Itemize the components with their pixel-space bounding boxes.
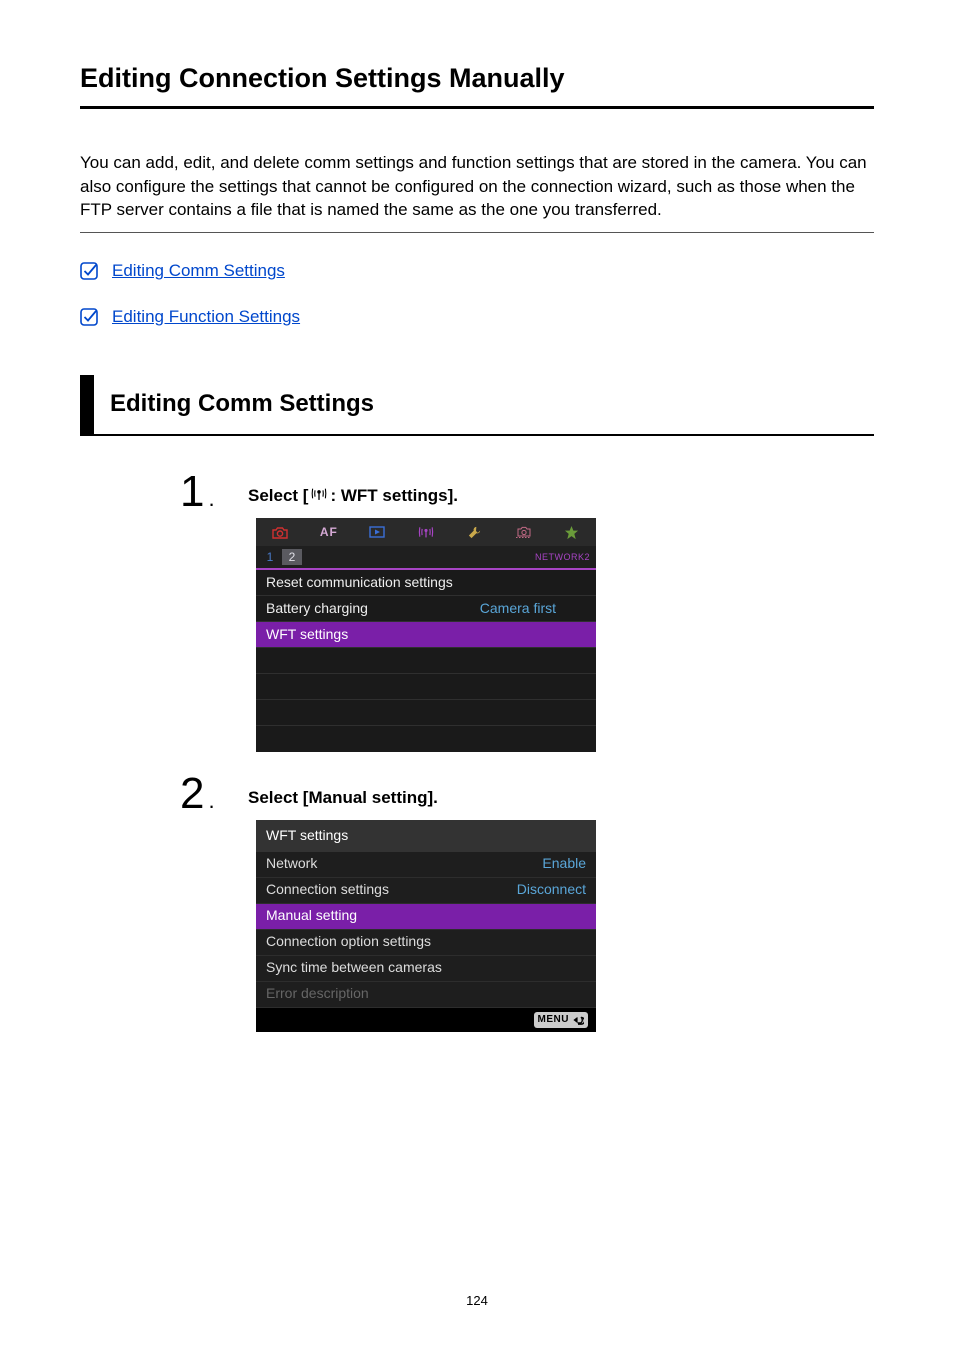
camera-menu-screenshot-1: AF [256, 518, 596, 752]
section-header: Editing Comm Settings [80, 375, 874, 437]
step-number-dot: . [208, 790, 214, 812]
step-1-prefix: Select [ [248, 484, 308, 508]
intro-paragraph: You can add, edit, and delete comm setti… [80, 151, 874, 222]
menu2-row-connection-option: Connection option settings [256, 930, 596, 956]
menu2-row-error-description: Error description [256, 982, 596, 1008]
step-number: 1. [180, 470, 224, 514]
step-2: 2. Select [Manual setting]. WFT settings… [180, 772, 874, 1031]
step-number-dot: . [208, 488, 214, 510]
step-body: Select [ : WFT settings]. [248, 470, 874, 762]
antenna-icon [311, 486, 327, 507]
section-title: Editing Comm Settings [110, 375, 374, 435]
tab-wrench-icon [450, 518, 499, 546]
link-row-func: Editing Function Settings [80, 305, 874, 329]
menu2-footer: MENU [256, 1008, 596, 1032]
link-row-comm: Editing Comm Settings [80, 259, 874, 283]
return-icon [572, 1015, 584, 1025]
menu-back-button: MENU [534, 1012, 588, 1028]
editing-function-settings-link[interactable]: Editing Function Settings [112, 305, 300, 329]
page-title: Editing Connection Settings Manually [80, 60, 874, 109]
menu2-row-sync-time: Sync time between cameras [256, 956, 596, 982]
menu-row-reset-comm: Reset communication settings [256, 570, 596, 596]
menu-blank-row [256, 700, 596, 726]
menu-blank-row [256, 648, 596, 674]
tab-af: AF [305, 518, 354, 546]
network-label: Network [266, 854, 317, 874]
divider [80, 232, 874, 233]
step-1-title: Select [ : WFT settings]. [248, 484, 874, 508]
step-number-digit: 1 [180, 470, 204, 514]
tab-wireless-icon [402, 518, 451, 546]
tab-star-icon [547, 518, 596, 546]
menu-row-battery-charging: Battery charging Camera first [256, 596, 596, 622]
camera-menu-screenshot-2: WFT settings Network Enable Connection s… [256, 820, 596, 1032]
menu-row-wft-settings: WFT settings [256, 622, 596, 648]
menu2-row-connection-settings: Connection settings Disconnect [256, 878, 596, 904]
editing-comm-settings-link[interactable]: Editing Comm Settings [112, 259, 285, 283]
connection-settings-label: Connection settings [266, 880, 389, 900]
step-number-digit: 2 [180, 772, 204, 816]
steps-list: 1. Select [ : WFT settings]. [180, 470, 874, 1031]
page-number: 124 [80, 1292, 874, 1310]
step-number: 2. [180, 772, 224, 816]
menu-sub-tabs: 1 2 NETWORK2 [256, 546, 596, 568]
menu-btn-label: MENU [538, 1013, 569, 1027]
menu-top-tabs: AF [256, 518, 596, 546]
step-1: 1. Select [ : WFT settings]. [180, 470, 874, 762]
subtab-2: 2 [282, 549, 302, 565]
section-accent-bar [80, 375, 94, 435]
step-1-suffix: : WFT settings]. [330, 484, 457, 508]
tab-playback-icon [353, 518, 402, 546]
step-2-title: Select [Manual setting]. [248, 786, 874, 810]
subtab-1: 1 [260, 549, 280, 565]
step-body: Select [Manual setting]. WFT settings Ne… [248, 772, 874, 1031]
menu2-header: WFT settings [256, 820, 596, 852]
tab-custom-icon [499, 518, 548, 546]
battery-charging-value: Camera first [480, 599, 586, 619]
network-value: Enable [530, 854, 586, 874]
menu-blank-row [256, 726, 596, 752]
menu-blank-row [256, 674, 596, 700]
link-bullet-icon [80, 308, 98, 326]
connection-settings-value: Disconnect [505, 880, 586, 900]
subtab-network-label: NETWORK2 [535, 551, 590, 564]
menu2-row-network: Network Enable [256, 852, 596, 878]
tab-camera-icon [256, 518, 305, 546]
battery-charging-label: Battery charging [266, 599, 368, 619]
link-bullet-icon [80, 262, 98, 280]
menu2-row-manual-setting: Manual setting [256, 904, 596, 930]
